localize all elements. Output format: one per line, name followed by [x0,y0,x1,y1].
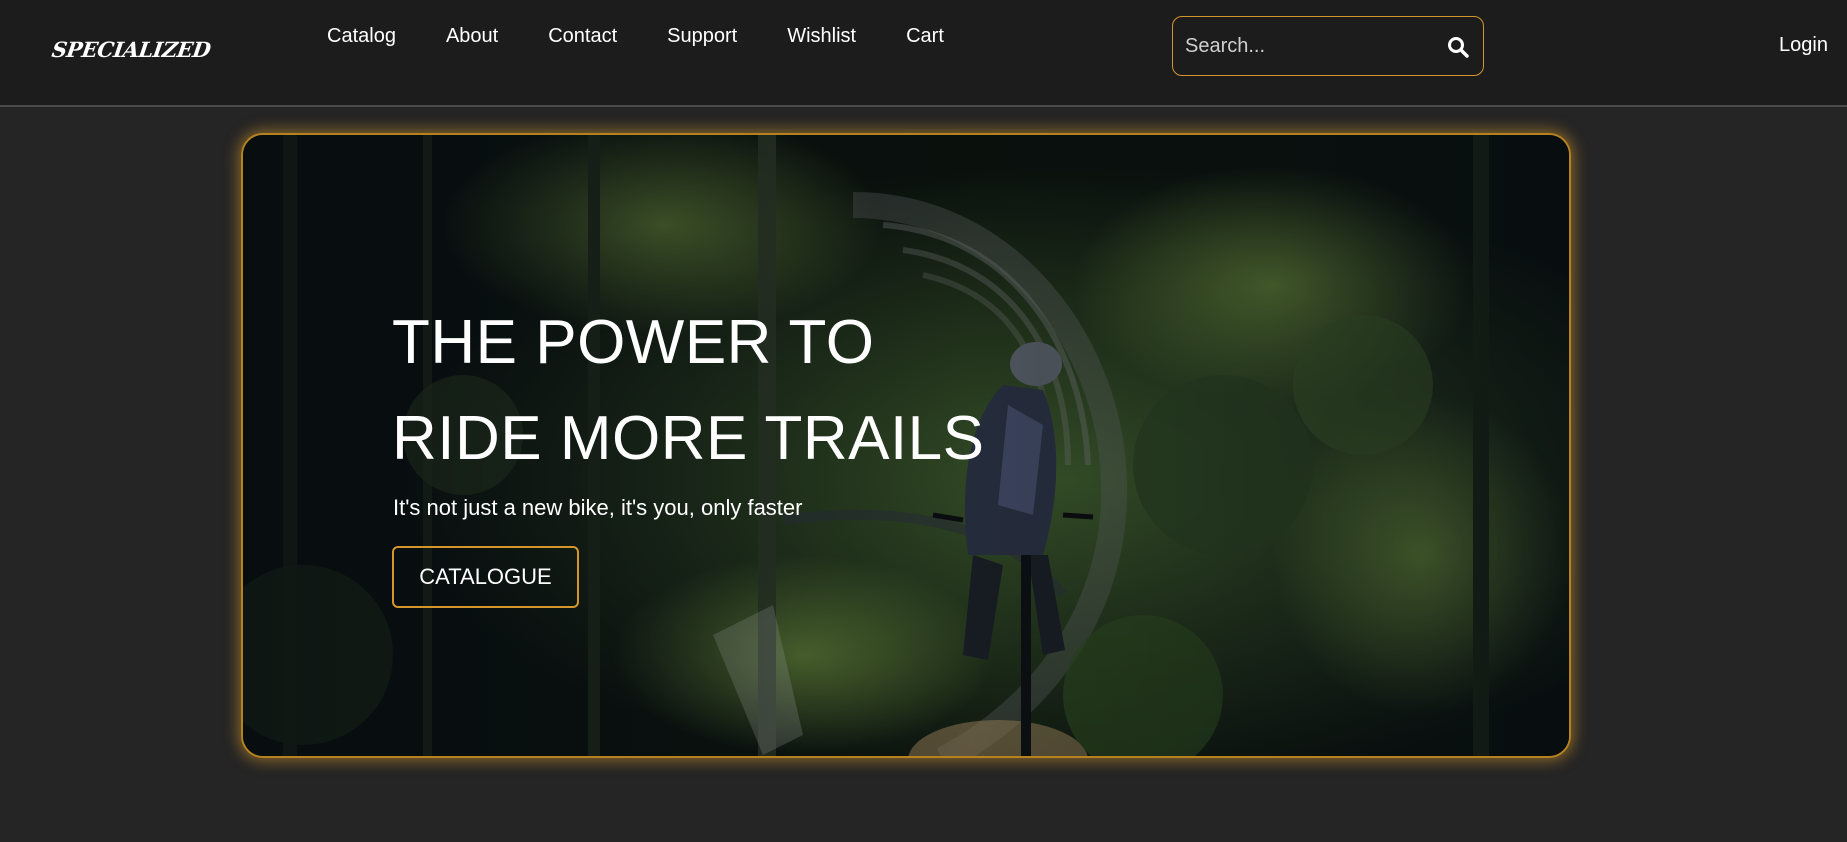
nav-catalog[interactable]: Catalog [327,24,396,48]
search-icon[interactable] [1445,34,1471,60]
hero-banner: THE POWER TO RIDE MORE TRAILS It's not j… [241,133,1571,758]
catalogue-button[interactable]: CATALOGUE [392,546,579,608]
main-nav: Catalog About Contact Support Wishlist C… [327,24,944,48]
nav-contact[interactable]: Contact [548,24,617,48]
logo-wordmark: SPECIALIZED [50,36,213,62]
hero-title: THE POWER TO RIDE MORE TRAILS [392,295,985,487]
hero-subtitle: It's not just a new bike, it's you, only… [393,495,803,520]
nav-about[interactable]: About [446,24,498,48]
hero-title-line-2: RIDE MORE TRAILS [392,404,985,473]
brand-logo[interactable]: SPECIALIZED [48,18,212,78]
site-header: SPECIALIZED Catalog About Contact Suppor… [0,0,1847,107]
hero-title-line-1: THE POWER TO [392,308,875,377]
search-box [1172,16,1484,76]
nav-cart[interactable]: Cart [906,24,944,48]
nav-support[interactable]: Support [667,24,737,48]
search-input[interactable] [1185,31,1435,61]
nav-wishlist[interactable]: Wishlist [787,24,856,48]
login-link[interactable]: Login [1779,34,1828,57]
